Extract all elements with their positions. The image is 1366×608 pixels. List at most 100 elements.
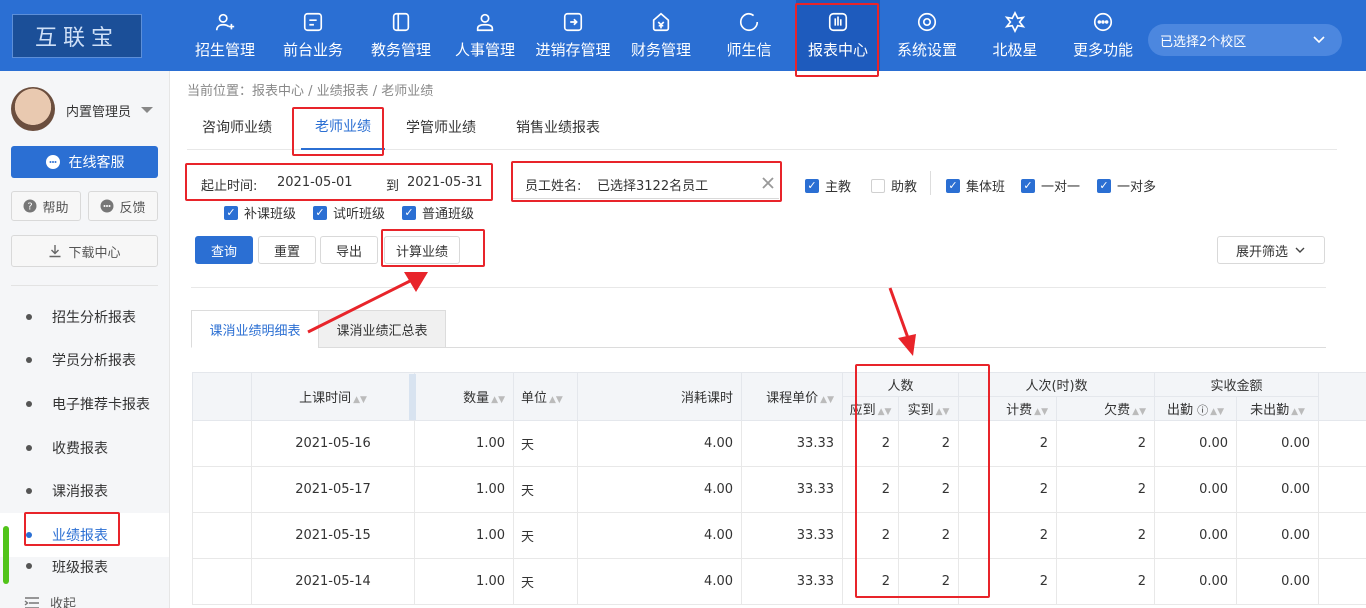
download-center-button[interactable]: 下载中心 — [11, 235, 158, 267]
checkbox-makeup-class[interactable]: ✓ 补课班级 — [224, 203, 296, 222]
query-button[interactable]: 查询 — [195, 236, 253, 264]
sidebar-item-label: 业绩报表 — [52, 528, 108, 544]
sidebar-item-class-report[interactable]: 班级报表 — [0, 557, 169, 575]
end-date-input[interactable]: 2021-05-31 — [407, 175, 483, 190]
online-service-button[interactable]: 在线客服 — [11, 146, 158, 178]
table-row[interactable]: 2021-05-16 1.00 天 4.00 33.33 2 2 2 2 0.00 0.00 — [192, 420, 1366, 467]
sort-icon[interactable]: ▲▼ — [1034, 407, 1048, 417]
help-button[interactable]: ? 帮助 — [11, 191, 81, 221]
subtab-label: 课消业绩汇总表 — [336, 323, 428, 339]
sidebar-item-performance-report[interactable]: 业绩报表 — [0, 513, 169, 557]
checkbox-group-class[interactable]: ✓ 集体班 — [946, 176, 1005, 195]
checkbox-assistant[interactable]: 助教 — [871, 176, 917, 195]
nav-more[interactable]: 更多功能 — [1060, 0, 1146, 71]
checkbox-trial-class[interactable]: ✓ 试听班级 — [313, 203, 385, 222]
header-people-due[interactable]: 应到 ▲▼ — [842, 396, 899, 421]
caret-down-icon[interactable] — [141, 107, 153, 113]
sort-icon[interactable]: ▲▼ — [353, 395, 367, 405]
admin-name[interactable]: 内置管理员 — [66, 101, 131, 120]
sidebar-item-fee-report[interactable]: 收费报表 — [0, 426, 169, 470]
checkbox-label: 一对多 — [1117, 180, 1157, 195]
tab-teacher-performance[interactable]: 老师业绩 — [301, 104, 385, 150]
header-label: 数量 — [463, 391, 490, 406]
cell-class-time: 2021-05-14 — [251, 558, 415, 605]
nav-inventory[interactable]: 进销存管理 — [527, 0, 619, 71]
employee-value[interactable]: 已选择3122名员工 — [597, 175, 708, 194]
cell-people-actual: 2 — [897, 420, 960, 467]
nav-report-center[interactable]: 报表中心 — [796, 0, 880, 71]
nav-label: 进销存管理 — [535, 41, 611, 59]
header-owed[interactable]: 欠费 ▲▼ — [1056, 396, 1156, 421]
header-label: 上课时间 — [299, 391, 352, 406]
sidebar-scrollbar[interactable] — [3, 526, 9, 584]
checkbox-one-to-many[interactable]: ✓ 一对多 — [1097, 176, 1156, 195]
table-row[interactable]: 2021-05-15 1.00 天 4.00 33.33 2 2 2 2 0.00 0.00 — [192, 512, 1366, 559]
subtab-label: 课消业绩明细表 — [209, 323, 301, 339]
sort-icon[interactable]: ▲▼ — [1291, 407, 1305, 417]
sidebar-item-student-report[interactable]: 学员分析报表 — [0, 338, 169, 382]
nav-academic[interactable]: 教务管理 — [357, 0, 445, 71]
header-quantity[interactable]: 数量 ▲▼ — [414, 372, 514, 421]
nav-finance[interactable]: 财务管理 — [619, 0, 703, 71]
sort-icon[interactable]: ▲▼ — [549, 395, 563, 405]
sidebar-item-label: 班级报表 — [52, 560, 108, 575]
expand-filters-button[interactable]: 展开筛选 — [1217, 236, 1325, 264]
tab-manager-performance[interactable]: 学管师业绩 — [406, 104, 476, 150]
star-icon — [1004, 11, 1026, 33]
performance-table: 上课时间 ▲▼ 数量 ▲▼ 单位 ▲▼ 消耗课时 课程单价 ▲▼ 人数 人次(时)数 实… — [192, 372, 1366, 605]
calculate-performance-button[interactable]: 计算业绩 — [384, 236, 460, 264]
header-attended[interactable]: 出勤 ⓘ ▲▼ — [1154, 396, 1238, 421]
tab-consumption-summary[interactable]: 课消业绩汇总表 — [318, 310, 446, 348]
tab-consultant-performance[interactable]: 咨询师业绩 — [202, 104, 272, 150]
cell-charged: 2 — [958, 466, 1058, 513]
money-bag-icon — [652, 12, 670, 32]
sidebar-item-referral-report[interactable]: 电子推荐卡报表 — [0, 382, 169, 426]
nav-hr[interactable]: 人事管理 — [443, 0, 527, 71]
cell-owed: 2 — [1056, 512, 1156, 559]
reset-button[interactable]: 重置 — [258, 236, 316, 264]
header-unit[interactable]: 单位 ▲▼ — [513, 372, 578, 421]
header-class-time[interactable]: 上课时间 ▲▼ — [251, 372, 415, 421]
checkbox-main-teacher[interactable]: ✓ 主教 — [805, 176, 851, 195]
campus-selector[interactable]: 已选择2个校区 — [1148, 24, 1342, 56]
nav-polaris[interactable]: 北极星 — [975, 0, 1055, 71]
header-people-actual[interactable]: 实到 ▲▼ — [897, 396, 960, 421]
feedback-button[interactable]: 反馈 — [88, 191, 158, 221]
collapse-button[interactable]: 收起 — [24, 593, 76, 608]
cell-unit: 天 — [513, 466, 578, 513]
tab-label: 销售业绩报表 — [516, 120, 600, 136]
sort-icon[interactable]: ▲▼ — [1132, 407, 1146, 417]
nav-front-desk[interactable]: 前台业务 — [269, 0, 357, 71]
sort-icon[interactable]: ▲▼ — [820, 395, 834, 405]
nav-recruitment[interactable]: 招生管理 — [181, 0, 269, 71]
collapse-label: 收起 — [50, 597, 77, 608]
start-date-input[interactable]: 2021-05-01 — [277, 175, 353, 190]
checkbox-regular-class[interactable]: ✓ 普通班级 — [402, 203, 474, 222]
tab-sales-performance[interactable]: 销售业绩报表 — [516, 104, 600, 150]
sort-icon[interactable]: ▲▼ — [936, 407, 950, 417]
export-button[interactable]: 导出 — [320, 236, 378, 264]
table-row[interactable]: 2021-05-14 1.00 天 4.00 33.33 2 2 2 2 0.00 0.00 — [192, 558, 1366, 605]
sidebar-item-consumption-report[interactable]: 课消报表 — [0, 469, 169, 513]
header-charged[interactable]: 计费 ▲▼ — [958, 396, 1058, 421]
nav-teacher-student[interactable]: 师生信 — [705, 0, 793, 71]
arrow-icon — [888, 287, 916, 356]
tab-label: 咨询师业绩 — [202, 120, 272, 136]
sort-icon[interactable]: ▲▼ — [491, 395, 505, 405]
tab-consumption-detail[interactable]: 课消业绩明细表 — [191, 310, 319, 348]
clear-icon[interactable] — [762, 177, 774, 189]
checkbox-one-on-one[interactable]: ✓ 一对一 — [1021, 176, 1080, 195]
nav-label: 财务管理 — [630, 41, 691, 59]
nav-label: 前台业务 — [282, 41, 343, 59]
table-row[interactable]: 2021-05-17 1.00 天 4.00 33.33 2 2 2 2 0.00 0.00 — [192, 466, 1366, 513]
checkbox-label: 一对一 — [1041, 180, 1081, 195]
column-resize-handle[interactable] — [409, 374, 416, 420]
sort-icon[interactable]: ▲▼ — [878, 407, 892, 417]
header-unit-price[interactable]: 课程单价 ▲▼ — [741, 372, 843, 421]
header-not-attended[interactable]: 未出勤 ▲▼ — [1236, 396, 1320, 421]
sort-icon[interactable]: ▲▼ — [1210, 407, 1224, 417]
nav-settings[interactable]: 系统设置 — [884, 0, 970, 71]
sidebar-item-enrollment-report[interactable]: 招生分析报表 — [0, 295, 169, 339]
avatar[interactable] — [11, 87, 55, 131]
info-icon[interactable]: ⓘ — [1197, 404, 1208, 417]
